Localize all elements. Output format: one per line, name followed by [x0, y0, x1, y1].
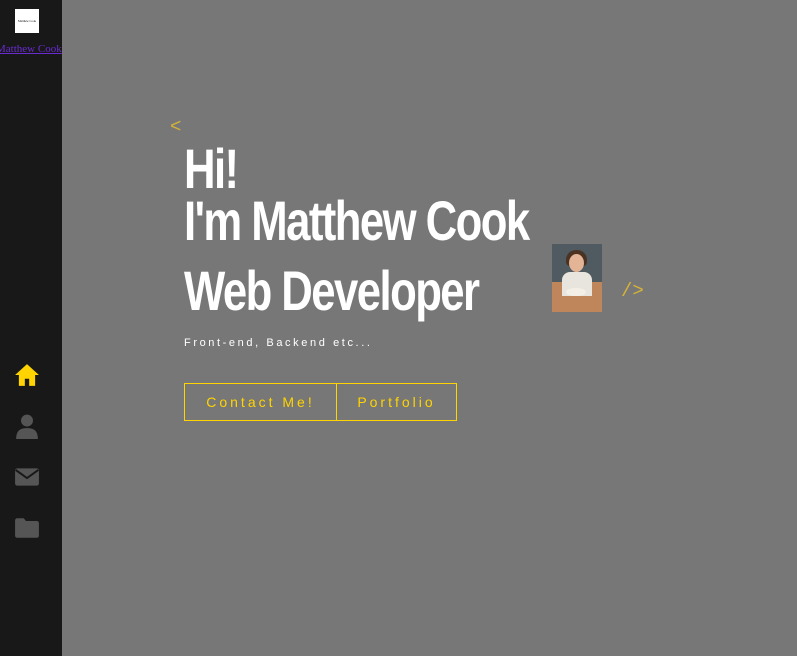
portfolio-button[interactable]: Portfolio [336, 383, 457, 421]
logo-link[interactable]: Matthew Cook [0, 43, 62, 55]
headline-role: Web Developer [184, 259, 480, 322]
headline-name: I'm Matthew Cook [184, 189, 530, 252]
logo[interactable]: Matthew Cook [15, 9, 39, 33]
envelope-icon[interactable] [14, 464, 40, 490]
code-tag-close: /> [621, 280, 644, 302]
user-icon[interactable] [14, 413, 40, 439]
sidebar: Matthew Cook Matthew Cook [0, 0, 62, 656]
hero-section: < Hi! I'm Matthew Cook Web Developer /> … [62, 0, 797, 656]
hero-subtitle: Front-end, Backend etc... [184, 337, 373, 349]
home-icon[interactable] [14, 362, 40, 388]
logo-text: Matthew Cook [18, 19, 36, 23]
folder-icon[interactable] [14, 515, 40, 541]
code-tag-open: < [170, 116, 182, 138]
profile-photo [552, 244, 602, 312]
contact-button[interactable]: Contact Me! [184, 383, 337, 421]
